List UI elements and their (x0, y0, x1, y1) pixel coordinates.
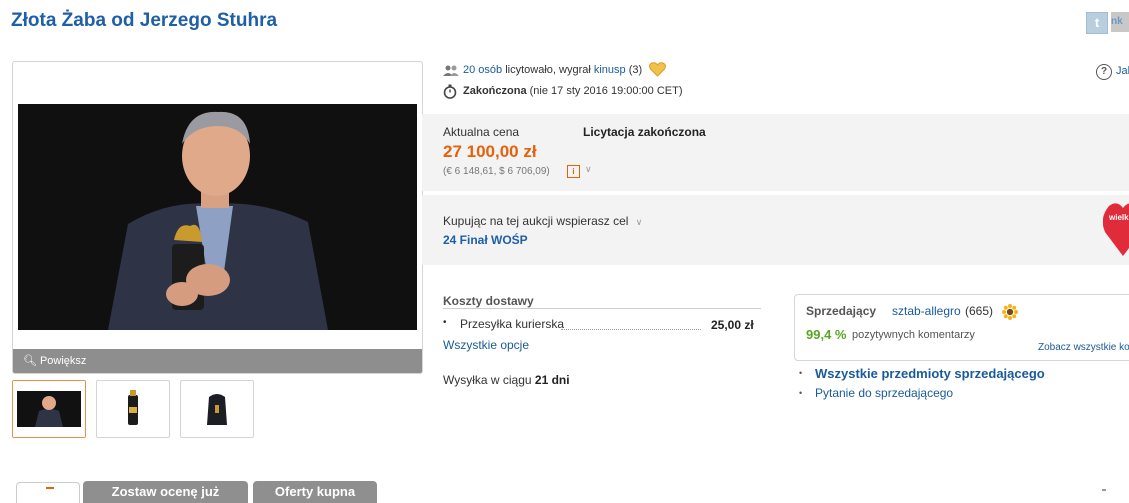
chevron-down-icon[interactable]: ∨ (585, 164, 592, 175)
charity-label: Kupując na tej aukcji wspierasz cel (443, 214, 629, 228)
help-link[interactable]: Jak (1116, 65, 1129, 77)
thumbnail-box-photo (207, 394, 227, 425)
zoom-button[interactable]: 🔍︎ Powiększ (13, 349, 422, 373)
bullet-icon: • (799, 388, 803, 398)
tab-leave-rating[interactable]: Zostaw ocenę już (83, 481, 248, 503)
seller-name-link[interactable]: sztab-allegro (892, 304, 961, 318)
charity-name-link[interactable]: 24 Finał WOŚP (443, 233, 528, 247)
bid-summary: 20 osób licytowało, wygrał kinusp (3) (463, 64, 642, 76)
bidders-link[interactable]: 20 osób (463, 64, 502, 76)
auction-status: Licytacja zakończona (583, 125, 706, 139)
zoom-label: Powiększ (39, 355, 87, 367)
seller-rating-count: (665) (965, 304, 994, 318)
stopwatch-icon (443, 84, 457, 99)
nk-share-button[interactable]: nk (1111, 12, 1129, 32)
man-holding-statuette-photo (18, 104, 417, 330)
tab-description[interactable] (16, 482, 80, 503)
see-all-comments-link[interactable]: Zobacz wszystkie ko (1038, 342, 1129, 353)
chevron-down-icon[interactable]: ∨ (636, 217, 643, 227)
end-date: (nie 17 sty 2016 19:00:00 CET) (529, 85, 683, 97)
users-icon (443, 65, 459, 76)
wosp-logo-text: wielk świą p (1108, 213, 1129, 222)
seller-label: Sprzedający (806, 304, 877, 318)
bid-text: licytowało, wygrał (502, 64, 594, 76)
bullet-icon: • (799, 368, 803, 378)
price-label: Aktualna cena (443, 125, 520, 139)
dispatch-time: Wysyłka w ciągu 21 dni (443, 373, 570, 387)
photo-gallery: 🔍︎ Powiększ (12, 61, 423, 374)
ask-seller-link[interactable]: Pytanie do sprzedającego (815, 386, 953, 400)
positive-feedback-percent: 99,4 % (806, 327, 847, 342)
thumbnail-1[interactable] (12, 380, 86, 438)
positive-feedback-label: pozytywnych komentarzy (852, 329, 975, 341)
wosp-heart-logo[interactable]: wielk świą p (1103, 198, 1129, 260)
thumbnail-man-photo (13, 381, 85, 437)
thumbnail-bottle-photo (128, 390, 138, 425)
dotted-leader (561, 329, 701, 330)
winner-score: (3) (628, 64, 643, 76)
shipping-method: Przesyłka kurierska (460, 317, 565, 331)
info-icon[interactable]: i (567, 165, 580, 178)
dispatch-time-value: 21 dni (534, 373, 570, 387)
page-title: Złota Żaba od Jerzego Stuhra (11, 10, 278, 31)
shipping-divider (443, 308, 761, 309)
sun-badge-icon (1002, 304, 1018, 320)
twitter-share-button[interactable]: t (1086, 12, 1108, 34)
tab-purchase-offers[interactable]: Oferty kupna (253, 481, 377, 503)
main-photo[interactable] (18, 104, 417, 330)
bullet-icon: • (443, 317, 447, 328)
shipping-title: Koszty dostawy (443, 294, 534, 308)
all-shipping-options-link[interactable]: Wszystkie opcje (443, 338, 529, 352)
current-price: 27 100,00 zł (443, 142, 537, 161)
dispatch-time-label: Wysyłka w ciągu (443, 373, 535, 387)
heart-badge-icon (649, 62, 666, 77)
divider (1102, 489, 1106, 491)
charity-box (422, 195, 1129, 265)
end-info: Zakończona (nie 17 sty 2016 19:00:00 CET… (463, 85, 683, 97)
end-status: Zakończona (463, 85, 527, 97)
winner-link[interactable]: kinusp (594, 64, 626, 76)
charity-text: Kupując na tej aukcji wspierasz cel ∨ (443, 214, 642, 228)
magnifier-icon: 🔍︎ (23, 355, 37, 367)
thumbnail-2[interactable] (96, 380, 170, 438)
thumbnail-3[interactable] (180, 380, 254, 438)
help-icon[interactable]: ? (1096, 64, 1112, 80)
seller-all-items-link[interactable]: Wszystkie przedmioty sprzedającego (815, 366, 1045, 381)
shipping-price: 25,00 zł (711, 318, 754, 332)
converted-price: (€ 6 148,61, $ 6 706,09) (443, 166, 550, 177)
